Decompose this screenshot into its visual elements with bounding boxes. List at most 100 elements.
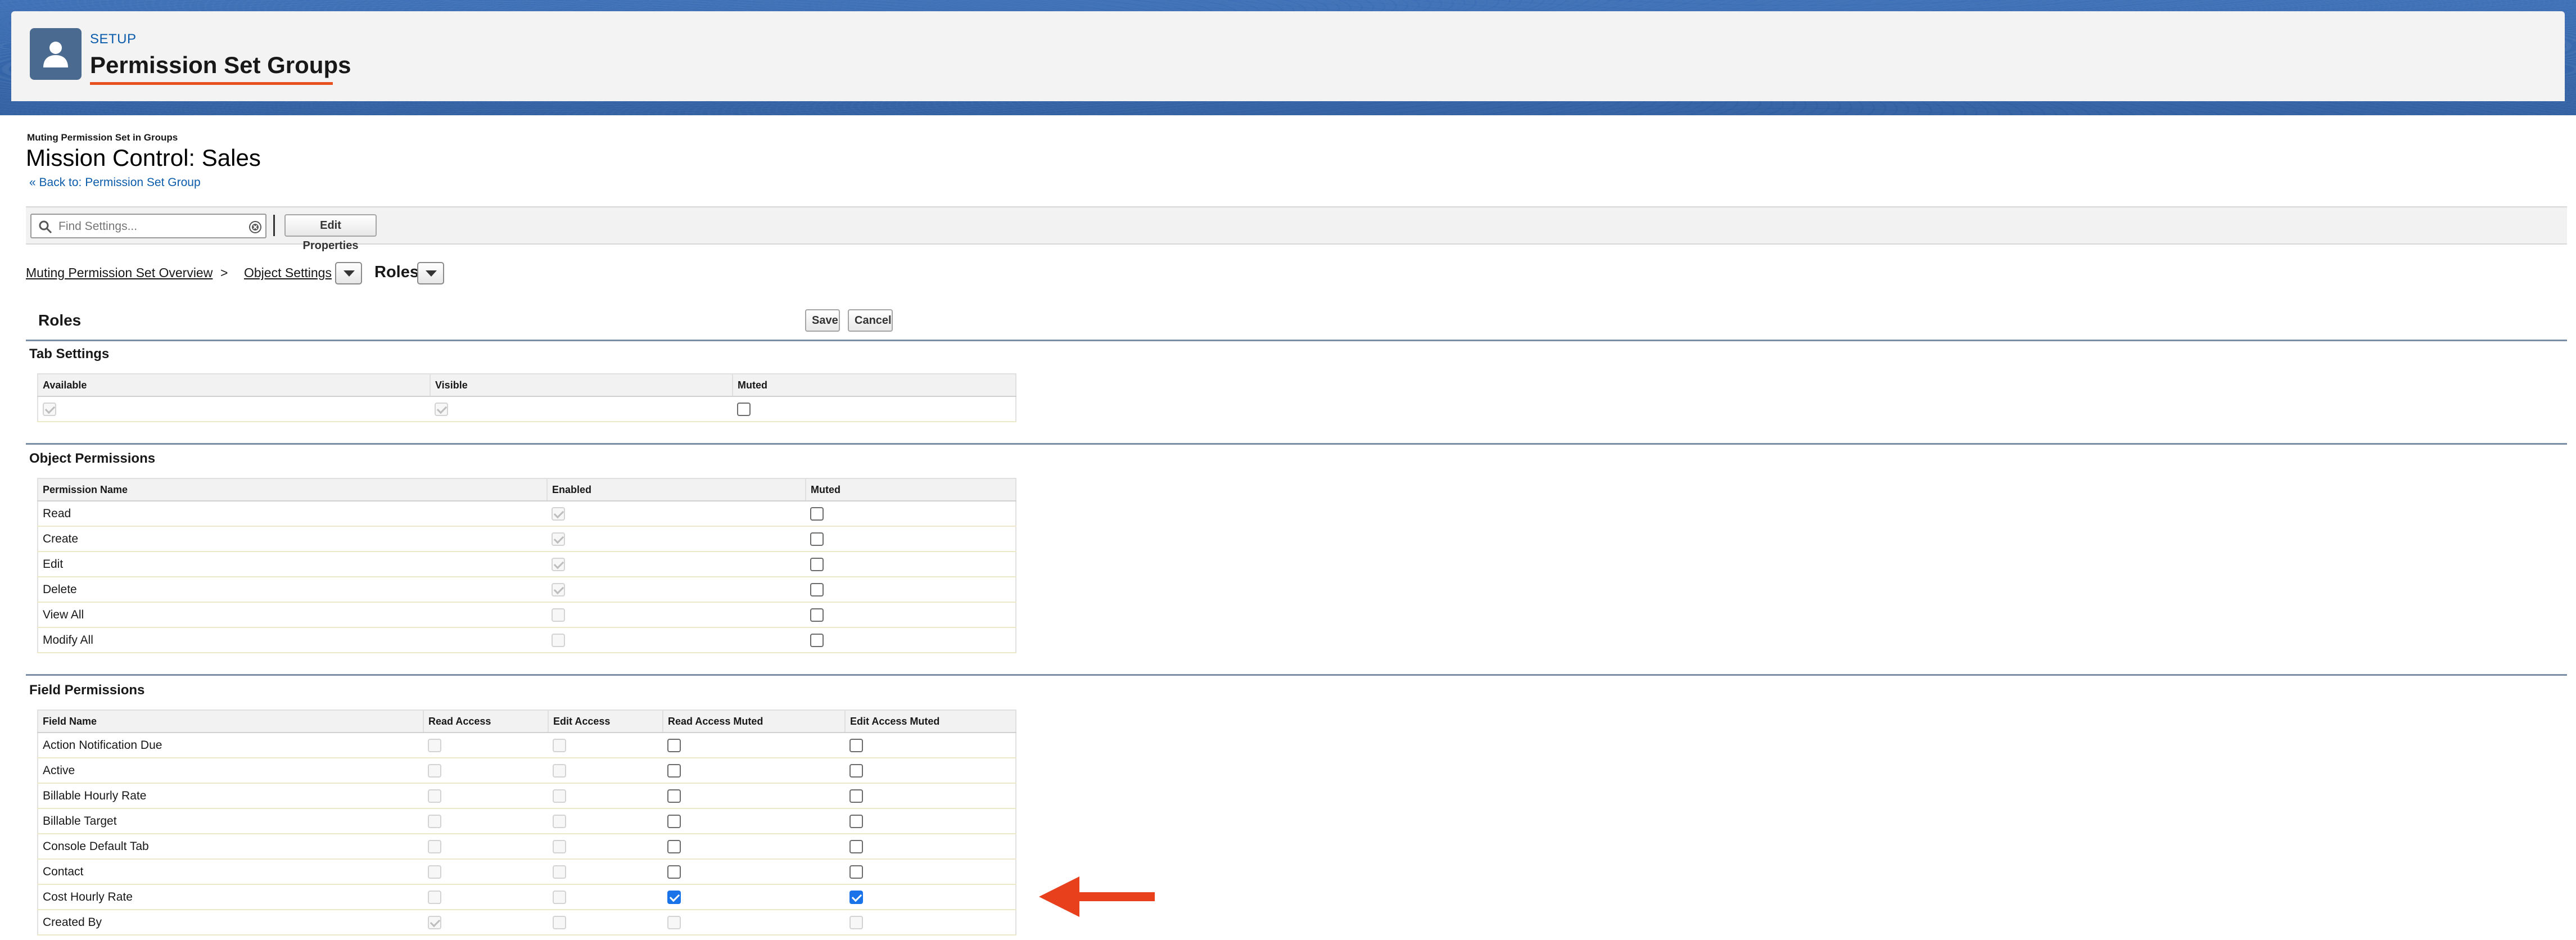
save-button[interactable]: Save xyxy=(805,309,840,332)
edit-access-muted-checkbox[interactable] xyxy=(849,839,863,853)
read-access-checkbox xyxy=(428,865,441,879)
breadcrumb-separator: > xyxy=(220,265,228,280)
available-checkbox xyxy=(43,402,56,416)
setup-label[interactable]: SETUP xyxy=(90,31,137,47)
row-label: Modify All xyxy=(38,627,547,653)
edit-access-checkbox xyxy=(553,839,566,853)
breadcrumb-overview-link[interactable]: Muting Permission Set Overview xyxy=(26,265,213,281)
row-label: Action Notification Due xyxy=(38,733,423,758)
column-header: Read Access xyxy=(423,710,549,733)
breadcrumb-object-settings-link[interactable]: Object Settings xyxy=(244,265,332,281)
edit-properties-button[interactable]: Edit Properties xyxy=(284,214,377,252)
edit-access-checkbox xyxy=(553,890,566,904)
edit-access-muted-checkbox[interactable] xyxy=(849,738,863,752)
chevron-down-icon xyxy=(344,270,355,277)
breadcrumb-current: Roles xyxy=(374,263,419,281)
edit-access-muted-checkbox xyxy=(849,915,863,929)
edit-access-checkbox xyxy=(553,738,566,752)
column-header: Muted xyxy=(733,374,1016,397)
read-access-checkbox xyxy=(428,839,441,853)
page-header-title: Permission Set Groups xyxy=(90,52,351,78)
roles-dropdown[interactable] xyxy=(417,262,444,284)
read-access-checkbox xyxy=(428,763,441,778)
roles-divider xyxy=(26,340,2567,341)
read-access-checkbox xyxy=(428,915,441,929)
object-permissions-divider xyxy=(26,674,2567,676)
toolbar: Edit Properties xyxy=(26,206,2567,252)
edit-access-muted-checkbox[interactable] xyxy=(849,890,863,904)
column-header: Edit Access Muted xyxy=(845,710,1016,733)
read-access-muted-checkbox[interactable] xyxy=(667,890,681,904)
muted-checkbox[interactable] xyxy=(810,608,824,622)
edit-access-muted-checkbox[interactable] xyxy=(849,814,863,828)
tab-settings-divider xyxy=(26,443,2567,445)
object-permissions-table: Permission Name Enabled Muted Read Create… xyxy=(37,478,1016,653)
muted-checkbox[interactable] xyxy=(810,633,824,647)
row-label: Read xyxy=(38,501,547,527)
read-access-checkbox xyxy=(428,738,441,752)
back-link[interactable]: « Back to: Permission Set Group xyxy=(29,176,201,189)
chevron-down-icon xyxy=(426,270,437,277)
read-access-checkbox xyxy=(428,890,441,904)
muted-checkbox[interactable] xyxy=(810,507,824,521)
tab-settings-table: Available Visible Muted xyxy=(37,373,1016,422)
enabled-checkbox xyxy=(552,532,565,546)
field-permissions-heading: Field Permissions xyxy=(29,683,145,698)
field-permissions-table: Field Name Read Access Edit Access Read … xyxy=(37,709,1016,936)
read-access-muted-checkbox[interactable] xyxy=(667,865,681,879)
edit-access-checkbox xyxy=(553,915,566,929)
edit-access-muted-checkbox[interactable] xyxy=(849,789,863,803)
column-header: Edit Access xyxy=(548,710,663,733)
column-header: Muted xyxy=(806,478,1016,501)
search-input[interactable] xyxy=(58,218,238,235)
read-access-muted-checkbox[interactable] xyxy=(667,839,681,853)
search-box[interactable] xyxy=(30,214,266,238)
read-access-muted-checkbox[interactable] xyxy=(667,814,681,828)
read-access-checkbox xyxy=(428,814,441,828)
user-icon xyxy=(30,28,82,80)
edit-access-checkbox xyxy=(553,865,566,879)
table-row: Edit xyxy=(38,552,1016,577)
muted-checkbox[interactable] xyxy=(810,557,824,571)
edit-access-muted-checkbox[interactable] xyxy=(849,763,863,778)
column-header: Enabled xyxy=(547,478,806,501)
table-row: Billable Target xyxy=(38,808,1016,834)
toolbar-separator xyxy=(273,215,275,236)
row-label: Create xyxy=(38,526,547,552)
muted-checkbox[interactable] xyxy=(810,582,824,596)
table-row xyxy=(38,396,1016,422)
enabled-checkbox xyxy=(552,507,565,521)
table-row: Delete xyxy=(38,577,1016,603)
row-label: Contact xyxy=(38,859,423,885)
read-access-muted-checkbox[interactable] xyxy=(667,763,681,778)
table-row: Console Default Tab xyxy=(38,834,1016,860)
left-arrow-icon xyxy=(1039,876,1155,917)
table-row: View All xyxy=(38,602,1016,628)
table-row: Create xyxy=(38,526,1016,552)
column-header: Permission Name xyxy=(38,478,548,501)
muted-checkbox[interactable] xyxy=(737,402,751,416)
row-label: Edit xyxy=(38,552,547,577)
row-label: Console Default Tab xyxy=(38,834,423,860)
tab-settings-heading: Tab Settings xyxy=(29,346,110,361)
object-settings-dropdown[interactable] xyxy=(335,262,362,284)
row-label: View All xyxy=(38,602,547,628)
roles-heading: Roles xyxy=(38,311,82,329)
page-title: Mission Control: Sales xyxy=(26,144,261,171)
table-row: Created By xyxy=(38,910,1016,936)
clear-search-icon[interactable] xyxy=(248,220,262,234)
column-header: Available xyxy=(38,374,431,397)
object-permissions-heading: Object Permissions xyxy=(29,451,156,466)
table-row: Active xyxy=(38,758,1016,784)
read-access-muted-checkbox[interactable] xyxy=(667,738,681,752)
row-label: Billable Target xyxy=(38,808,423,834)
read-access-checkbox xyxy=(428,789,441,803)
muted-checkbox[interactable] xyxy=(810,532,824,546)
read-access-muted-checkbox[interactable] xyxy=(667,789,681,803)
cancel-button[interactable]: Cancel xyxy=(848,309,893,332)
edit-access-checkbox xyxy=(553,763,566,778)
table-row: Contact xyxy=(38,859,1016,885)
edit-access-muted-checkbox[interactable] xyxy=(849,865,863,879)
muting-label: Muting Permission Set in Groups xyxy=(27,132,178,143)
edit-access-checkbox xyxy=(553,814,566,828)
